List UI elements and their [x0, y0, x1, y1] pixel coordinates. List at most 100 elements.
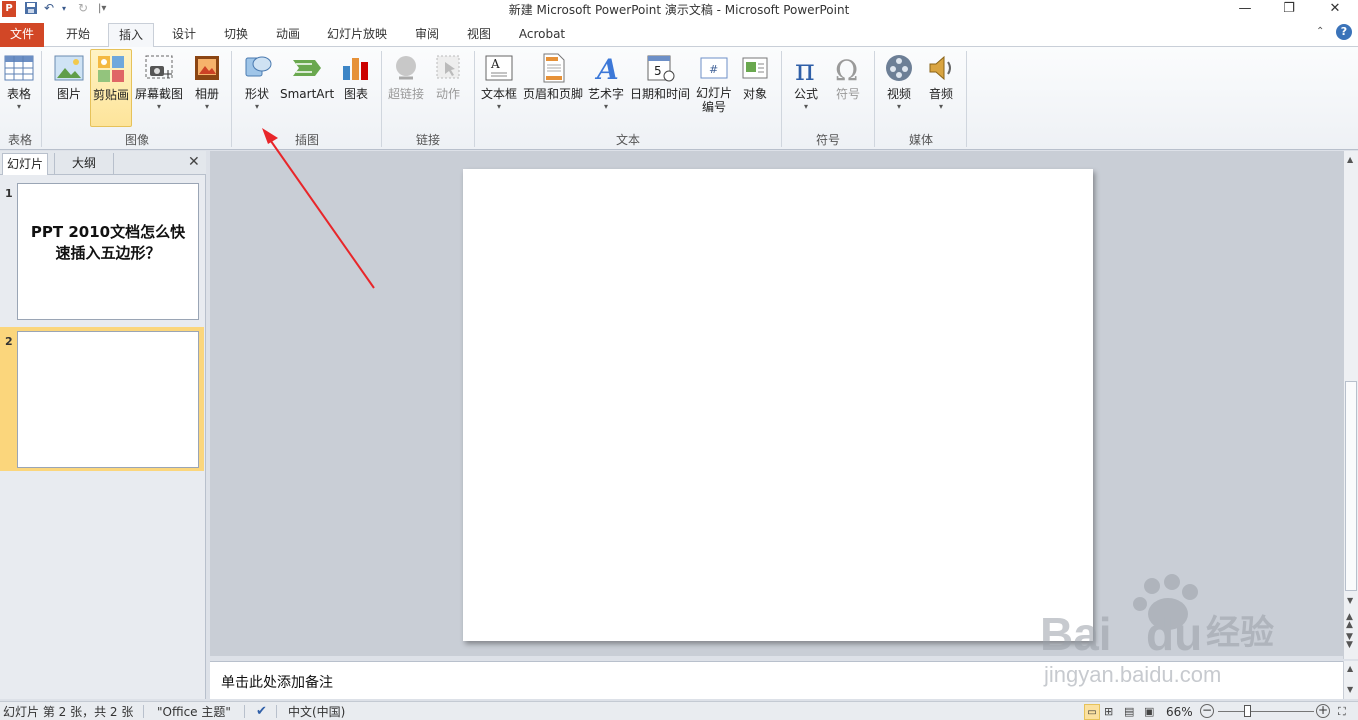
tab-animations[interactable]: 动画: [266, 23, 310, 47]
group-label-symbols: 符号: [815, 133, 840, 147]
tab-insert[interactable]: 插入: [108, 23, 154, 48]
fit-to-window-icon[interactable]: ⛶: [1338, 704, 1346, 720]
zoom-slider-thumb[interactable]: [1244, 705, 1251, 717]
slide-canvas[interactable]: [463, 169, 1093, 641]
chevron-down-icon: ▾: [603, 102, 608, 111]
smartart-icon: [293, 60, 321, 76]
group-divider: [231, 51, 232, 147]
slide-thumbnail[interactable]: [17, 331, 199, 468]
group-label-text: 文本: [615, 133, 640, 147]
scroll-down-icon[interactable]: ▼: [1347, 596, 1353, 605]
chart-button[interactable]: 图表: [338, 49, 374, 129]
smartart-button[interactable]: SmartArt: [280, 49, 334, 129]
picture-button[interactable]: 图片: [50, 49, 88, 129]
screenshot-icon: [145, 55, 173, 79]
scroll-up-icon[interactable]: ▲: [1347, 155, 1353, 164]
chevron-down-icon: ▾: [896, 102, 901, 111]
restore-button[interactable]: ❐: [1266, 0, 1312, 20]
svg-text:5: 5: [654, 64, 662, 78]
scroll-thumb[interactable]: [1345, 381, 1357, 591]
chevron-down-icon: ▾: [204, 102, 209, 111]
slides-panel: 幻灯片 大纲 ✕ 1 PPT 2010文档怎么快 速插入五边形？ 2: [0, 151, 206, 699]
object-button[interactable]: 对象: [736, 49, 774, 129]
hyperlink-icon: [396, 56, 416, 80]
pi-icon: π: [795, 53, 815, 84]
shapes-button[interactable]: 形状 ▾: [238, 49, 276, 129]
symbol-button[interactable]: Ω 符号: [828, 49, 868, 129]
omega-icon: Ω: [835, 54, 858, 84]
textbox-button[interactable]: A 文本框 ▾: [478, 49, 520, 129]
equation-button[interactable]: π 公式 ▾: [786, 49, 826, 129]
tab-file[interactable]: 文件: [0, 23, 44, 47]
reading-view-icon[interactable]: ▤: [1124, 704, 1134, 720]
scroll-down-icon[interactable]: ▼: [1347, 685, 1353, 694]
spell-check-icon[interactable]: ✔: [256, 704, 267, 720]
wordart-button[interactable]: A 艺术字 ▾: [586, 49, 626, 129]
zoom-level[interactable]: 66%: [1166, 704, 1193, 720]
status-divider: [143, 705, 144, 718]
photo-album-button[interactable]: 相册 ▾: [188, 49, 226, 129]
chevron-down-icon: ▾: [803, 102, 808, 111]
svg-text:jingyan.baidu.com: jingyan.baidu.com: [1043, 662, 1221, 687]
audio-button[interactable]: 音频 ▾: [922, 49, 960, 129]
panel-tabs: 幻灯片 大纲 ✕: [0, 151, 206, 175]
minimize-button[interactable]: —: [1222, 0, 1268, 20]
close-button[interactable]: ✕: [1312, 0, 1358, 20]
slide-info: 幻灯片 第 2 张，共 2 张: [3, 705, 134, 719]
hyperlink-button[interactable]: 超链接: [385, 49, 427, 129]
tab-review[interactable]: 审阅: [404, 23, 450, 47]
object-icon: [742, 57, 768, 79]
chevron-down-icon: ▾: [496, 102, 501, 111]
zoom-in-button[interactable]: +: [1316, 704, 1330, 718]
zoom-out-button[interactable]: −: [1200, 704, 1214, 718]
action-button[interactable]: 动作: [430, 49, 466, 129]
language[interactable]: 中文(中国): [288, 704, 345, 720]
chevron-down-icon: ▾: [254, 102, 259, 111]
shapes-icon: [245, 56, 272, 77]
wordart-icon: A: [594, 53, 619, 84]
date-time-button[interactable]: 5 日期和时间: [628, 49, 692, 129]
tab-home[interactable]: 开始: [54, 23, 102, 47]
slide-sorter-icon[interactable]: ⊞: [1104, 704, 1113, 720]
slide-title-line: PPT 2010文档怎么快: [30, 223, 186, 241]
tab-acrobat[interactable]: Acrobat: [510, 23, 574, 47]
vertical-scrollbar[interactable]: ▲ ▼ ▲ ▲ ▼ ▼: [1343, 151, 1358, 659]
table-button[interactable]: 表格 ▾: [2, 49, 36, 129]
theme-name[interactable]: "Office 主题": [157, 704, 231, 720]
svg-text:经验: 经验: [1206, 613, 1274, 653]
collapse-ribbon-icon[interactable]: ⌃: [1316, 26, 1324, 37]
scroll-up-icon[interactable]: ▲: [1347, 664, 1353, 673]
previous-slide-icon[interactable]: ▲ ▲: [1346, 613, 1353, 630]
help-icon[interactable]: ?: [1336, 24, 1352, 40]
tab-slideshow[interactable]: 幻灯片放映: [318, 23, 396, 47]
group-divider: [966, 51, 967, 147]
calendar-icon: 5: [647, 55, 675, 82]
tab-slides[interactable]: 幻灯片: [2, 153, 48, 175]
slide-thumbnail[interactable]: PPT 2010文档怎么快 速插入五边形？: [17, 183, 199, 320]
header-footer-button[interactable]: 页眉和页脚: [522, 49, 584, 129]
header-footer-icon: [543, 53, 565, 83]
next-slide-icon[interactable]: ▼ ▼: [1346, 633, 1353, 650]
tab-outline[interactable]: 大纲: [54, 153, 114, 175]
svg-text:Bai: Bai: [1040, 608, 1112, 660]
group-divider: [474, 51, 475, 147]
notes-scrollbar[interactable]: ▲ ▼: [1343, 661, 1358, 699]
video-button[interactable]: 视频 ▾: [880, 49, 918, 129]
tab-view[interactable]: 视图: [456, 23, 502, 47]
slide-number-button[interactable]: # 幻灯片 编号: [694, 49, 734, 129]
tab-design[interactable]: 设计: [162, 23, 206, 47]
baidu-paw-logo: Bai du 经验 jingyan.baidu.com: [1040, 574, 1274, 687]
close-panel-icon[interactable]: ✕: [188, 154, 200, 170]
chart-icon: [343, 58, 368, 80]
tab-transitions[interactable]: 切换: [214, 23, 258, 47]
slideshow-icon[interactable]: ▣: [1144, 704, 1154, 720]
ribbon: 表格 ▾ 表格 图片 剪贴画 屏幕截图 ▾ 相册 ▾ 图像 形状 ▾ Smart…: [0, 47, 1358, 150]
screenshot-button[interactable]: 屏幕截图 ▾: [134, 49, 184, 129]
zoom-slider[interactable]: [1218, 711, 1314, 712]
clipart-button[interactable]: 剪贴画: [90, 49, 132, 127]
svg-text:#: #: [709, 63, 718, 76]
group-label-links: 链接: [415, 133, 440, 147]
normal-view-icon[interactable]: ▭: [1084, 704, 1100, 720]
slide-number-icon: #: [700, 57, 728, 79]
status-divider: [276, 705, 277, 718]
